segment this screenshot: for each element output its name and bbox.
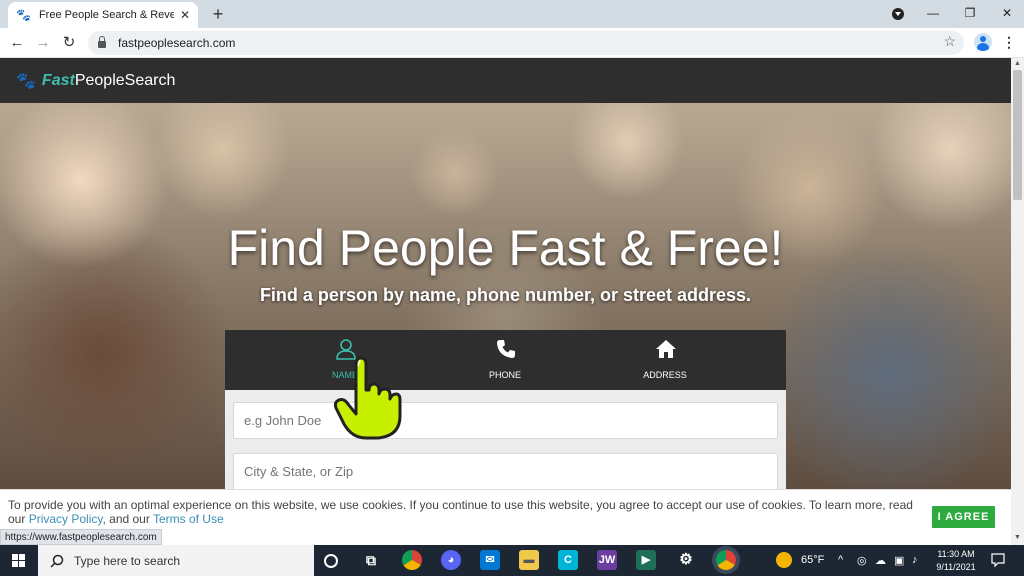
paw-logo-icon: 🐾	[16, 72, 36, 90]
file-explorer-icon[interactable]: ▬	[519, 550, 539, 570]
lock-icon	[98, 36, 106, 48]
browser-tab-title: Free People Search & Reverse Ph	[38, 9, 174, 21]
new-tab-button[interactable]: +	[208, 4, 228, 24]
clock-date: 9/11/2021	[936, 562, 976, 572]
minimize-button[interactable]: —	[919, 4, 947, 22]
logo-peoplesearch-text[interactable]: PeopleSearch	[75, 72, 176, 90]
cookie-connector: , and our	[102, 512, 153, 526]
phone-icon	[497, 340, 515, 358]
browser-menu-icon[interactable]: ⋮	[1002, 34, 1016, 51]
privacy-policy-link[interactable]: Privacy Policy	[29, 512, 103, 526]
onedrive-cloud-icon[interactable]: ☁	[875, 554, 886, 567]
hero-crowd-background: Find People Fast & Free! Find a person b…	[0, 103, 1011, 489]
tab-phone-label: PHONE	[488, 370, 521, 380]
meet-now-icon[interactable]: ◎	[857, 554, 867, 567]
restore-button[interactable]: ❐	[956, 4, 984, 22]
browser-toolbar: ← → ↻ fastpeoplesearch.com ☆ ⋮	[0, 28, 1024, 58]
location-input[interactable]	[233, 453, 778, 489]
paw-favicon-icon: 🐾	[16, 8, 31, 22]
app-arrow-icon[interactable]: ▶	[636, 550, 656, 570]
clock-time: 11:30 AM	[937, 549, 975, 559]
weather-temp[interactable]: 65°F	[801, 554, 824, 566]
weather-sun-icon[interactable]	[776, 552, 792, 568]
page-scrollbar[interactable]: ▲ ▼	[1011, 58, 1024, 545]
tab-close-icon[interactable]: ✕	[180, 8, 190, 22]
taskbar-search-box[interactable]: Type here to search	[38, 545, 314, 576]
scroll-down-icon[interactable]: ▼	[1014, 534, 1021, 541]
discord-icon[interactable]: ◕	[441, 550, 461, 570]
url-text: fastpeoplesearch.com	[118, 36, 236, 50]
browser-tab-strip: 🐾 Free People Search & Reverse Ph ✕ + — …	[0, 0, 1024, 28]
taskbar-search-text: Type here to search	[74, 553, 181, 568]
tab-phone[interactable]: PHONE	[425, 330, 585, 390]
notification-icon[interactable]	[991, 553, 1005, 567]
camtasia-icon[interactable]: C	[558, 550, 578, 570]
network-icon[interactable]: ▣	[894, 554, 904, 567]
site-header: 🐾 Fast PeopleSearch	[0, 58, 1011, 103]
windows-taskbar: Type here to search ⧉ ◕ ✉ ▬ C JW ▶ ⚙ 65°…	[0, 545, 1024, 576]
chrome-taskbar-icon[interactable]	[402, 550, 422, 570]
jw-player-icon[interactable]: JW	[597, 550, 617, 570]
hand-pointer-cursor-icon	[333, 356, 402, 440]
task-view-icon[interactable]: ⧉	[361, 550, 381, 570]
hero-subtitle: Find a person by name, phone number, or …	[259, 285, 752, 305]
windows-start-icon[interactable]	[0, 545, 38, 576]
tab-search-icon[interactable]	[892, 8, 904, 20]
profile-avatar-icon[interactable]	[974, 33, 992, 51]
scroll-up-icon[interactable]: ▲	[1014, 60, 1021, 67]
logo-fast-text[interactable]: Fast	[42, 72, 75, 90]
tray-chevron-icon[interactable]: ^	[838, 554, 843, 566]
address-bar[interactable]: fastpeoplesearch.com ☆	[88, 31, 964, 55]
cookie-text: To provide you with an optimal experienc…	[8, 498, 924, 526]
status-url-tooltip: https://www.fastpeoplesearch.com	[0, 529, 162, 545]
mail-icon[interactable]: ✉	[480, 550, 500, 570]
hero-title: Find People Fast & Free!	[227, 220, 784, 276]
settings-gear-icon[interactable]: ⚙	[676, 550, 696, 570]
taskbar-clock[interactable]: 11:30 AM 9/11/2021	[928, 548, 984, 574]
search-type-tabs: NAME PHONE ADDRESS	[225, 330, 786, 390]
close-window-button[interactable]: ✕	[993, 4, 1021, 22]
agree-button[interactable]: I AGREE	[932, 506, 995, 528]
terms-of-use-link[interactable]: Terms of Use	[153, 512, 224, 526]
scrollbar-thumb[interactable]	[1013, 70, 1022, 200]
tab-address[interactable]: ADDRESS	[585, 330, 745, 390]
name-input[interactable]	[233, 402, 778, 439]
house-icon	[656, 340, 676, 358]
chrome-active-taskbar-icon[interactable]	[716, 550, 736, 570]
bookmark-star-icon[interactable]: ☆	[943, 33, 956, 50]
forward-arrow-icon[interactable]: →	[34, 34, 52, 52]
browser-tab[interactable]: 🐾 Free People Search & Reverse Ph ✕	[8, 2, 198, 28]
cortana-icon[interactable]	[324, 554, 338, 568]
search-form	[225, 390, 786, 489]
cookie-banner: To provide you with an optimal experienc…	[0, 489, 1011, 529]
magnifier-icon	[50, 554, 64, 568]
volume-icon[interactable]: ♪	[912, 554, 918, 566]
reload-icon[interactable]: ↻	[60, 34, 78, 52]
back-arrow-icon[interactable]: ←	[8, 34, 26, 52]
tab-address-label: ADDRESS	[643, 370, 687, 380]
